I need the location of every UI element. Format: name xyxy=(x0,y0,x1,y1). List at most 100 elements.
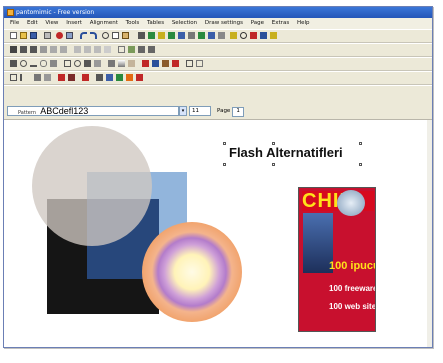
align-left-icon[interactable] xyxy=(138,32,145,39)
undo-icon[interactable] xyxy=(80,32,87,39)
list-icon[interactable] xyxy=(188,32,195,39)
bucket-icon[interactable] xyxy=(162,60,169,67)
menu-selection[interactable]: Selection xyxy=(172,20,197,26)
font-color-icon[interactable] xyxy=(260,32,267,39)
sort-icon[interactable] xyxy=(270,32,277,39)
underline-icon[interactable] xyxy=(30,46,37,53)
bold-icon[interactable] xyxy=(10,46,17,53)
align-right-icon[interactable] xyxy=(158,32,165,39)
menu-draw-settings[interactable]: Draw settings xyxy=(205,20,243,26)
selection-handle[interactable] xyxy=(359,142,362,145)
bullets-icon[interactable] xyxy=(94,46,101,53)
open-folder-icon[interactable] xyxy=(20,32,27,39)
polygon-icon[interactable] xyxy=(84,60,91,67)
menu-insert[interactable]: Insert xyxy=(66,20,82,26)
italic-icon[interactable] xyxy=(20,46,27,53)
outdent-icon[interactable] xyxy=(84,46,91,53)
font-dropdown-icon[interactable]: ▾ xyxy=(179,106,187,116)
shadow-icon[interactable] xyxy=(108,60,115,67)
export-icon[interactable] xyxy=(106,74,113,81)
play-icon[interactable] xyxy=(126,74,133,81)
print-icon[interactable] xyxy=(44,32,51,39)
freehand-icon[interactable] xyxy=(50,60,57,67)
chart-icon[interactable] xyxy=(148,46,155,53)
picture-icon[interactable] xyxy=(128,46,135,53)
lock-icon[interactable] xyxy=(230,32,237,39)
menu-view[interactable]: View xyxy=(45,20,58,26)
send-back-icon[interactable] xyxy=(68,74,75,81)
object-properties-icon[interactable] xyxy=(82,74,89,81)
color-icon[interactable] xyxy=(56,32,63,39)
screenshot-frame: pantomimic - Free version File Edit View… xyxy=(0,0,443,363)
ellipse-icon[interactable] xyxy=(74,60,81,67)
distribute-icon[interactable] xyxy=(198,32,205,39)
text-frame-icon[interactable] xyxy=(118,46,125,53)
justify-icon[interactable] xyxy=(168,32,175,39)
menu-edit[interactable]: Edit xyxy=(27,20,38,26)
selection-handle[interactable] xyxy=(272,163,275,166)
toolbar-format xyxy=(4,43,432,57)
snap-icon[interactable] xyxy=(10,74,17,81)
table-icon[interactable] xyxy=(138,46,145,53)
page-number-field[interactable]: 1 xyxy=(232,107,245,117)
flip-icon[interactable] xyxy=(34,74,41,81)
zoom-icon[interactable] xyxy=(240,32,247,39)
menu-alignment[interactable]: Alignment xyxy=(90,20,118,26)
font-selector[interactable]: Pattern ABCdefl123 xyxy=(7,106,179,116)
superscript-icon[interactable] xyxy=(60,46,67,53)
eyedropper-icon[interactable] xyxy=(172,60,179,67)
selection-handle[interactable] xyxy=(272,142,275,145)
rectangle-icon[interactable] xyxy=(64,60,71,67)
cut-icon[interactable] xyxy=(102,32,109,39)
gradient-icon[interactable] xyxy=(118,60,125,67)
strike-icon[interactable] xyxy=(40,46,47,53)
arrow-select-icon[interactable] xyxy=(10,60,17,67)
preview-icon[interactable] xyxy=(66,32,73,39)
menu-help[interactable]: Help xyxy=(297,20,310,26)
next-icon[interactable] xyxy=(136,74,143,81)
save-icon[interactable] xyxy=(30,32,37,39)
menu-extras[interactable]: Extras xyxy=(272,20,289,26)
transparency-icon[interactable] xyxy=(128,60,135,67)
magazine-cover-image[interactable]: CHIP 100 ipucu 100 freeware 100 web site… xyxy=(298,187,376,332)
document-canvas[interactable]: Flash Alternatifleri CHIP 100 ipucu 100 … xyxy=(4,120,432,347)
ungroup-icon[interactable] xyxy=(218,32,225,39)
text-tool-icon[interactable] xyxy=(186,60,193,67)
bring-front-icon[interactable] xyxy=(58,74,65,81)
grid-icon[interactable] xyxy=(178,32,185,39)
vertical-scrollbar[interactable] xyxy=(427,120,432,347)
indent-icon[interactable] xyxy=(74,46,81,53)
nudge-icon[interactable] xyxy=(20,74,27,81)
selection-handle[interactable] xyxy=(223,142,226,145)
color-fill-icon[interactable] xyxy=(250,32,257,39)
rotate-icon[interactable] xyxy=(20,60,27,67)
selection-handle[interactable] xyxy=(359,163,362,166)
hyperlink-icon[interactable] xyxy=(96,74,103,81)
font-size-field[interactable]: 11 xyxy=(189,106,211,116)
mirror-icon[interactable] xyxy=(44,74,51,81)
star-icon[interactable] xyxy=(94,60,101,67)
paste-icon[interactable] xyxy=(122,32,129,39)
selection-handle[interactable] xyxy=(223,163,226,166)
layer-icon[interactable] xyxy=(196,60,203,67)
new-doc-icon[interactable] xyxy=(10,32,17,39)
menu-tables[interactable]: Tables xyxy=(147,20,164,26)
pen-red-icon[interactable] xyxy=(142,60,149,67)
copy-icon[interactable] xyxy=(112,32,119,39)
gray-circle-shape[interactable] xyxy=(32,126,152,246)
line-icon[interactable] xyxy=(30,60,37,67)
canvas-heading[interactable]: Flash Alternatifleri xyxy=(229,145,343,160)
menu-page[interactable]: Page xyxy=(251,20,264,26)
gradient-ring-shape[interactable] xyxy=(142,222,242,322)
page-label: Page xyxy=(217,108,231,114)
align-center-icon[interactable] xyxy=(148,32,155,39)
numbering-icon[interactable] xyxy=(104,46,111,53)
subscript-icon[interactable] xyxy=(50,46,57,53)
menu-tools[interactable]: Tools xyxy=(126,20,140,26)
group-icon[interactable] xyxy=(208,32,215,39)
redo-icon[interactable] xyxy=(90,32,97,39)
bezier-icon[interactable] xyxy=(40,60,47,67)
pen-blue-icon[interactable] xyxy=(152,60,159,67)
menu-file[interactable]: File xyxy=(10,20,19,26)
publish-icon[interactable] xyxy=(116,74,123,81)
